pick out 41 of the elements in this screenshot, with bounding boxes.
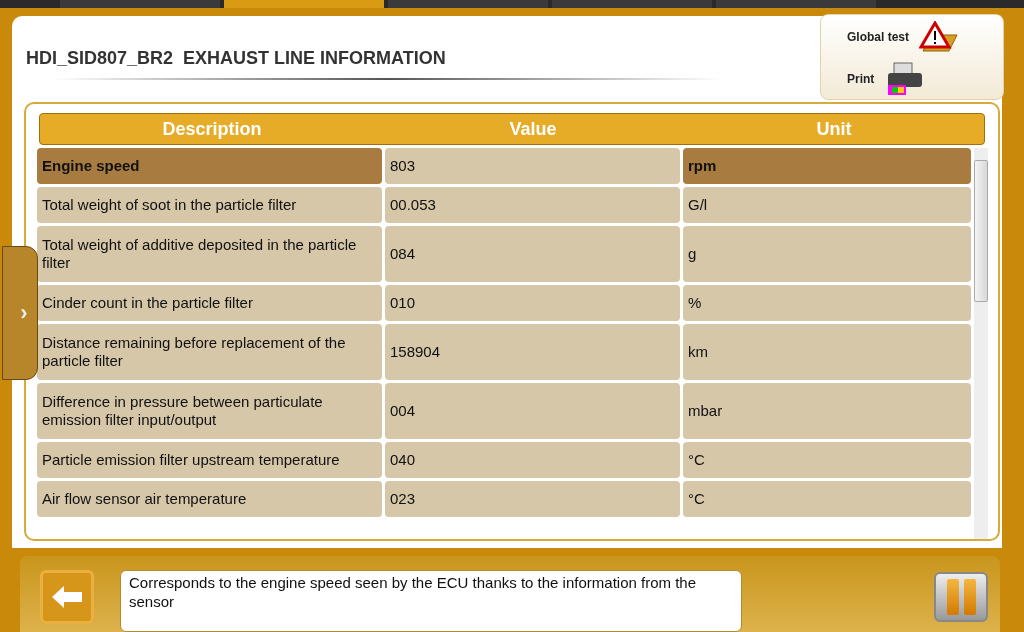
screen-title: HDI_SID807_BR2 EXHAUST LINE INFORMATION xyxy=(26,48,446,70)
table-cell: 803 xyxy=(385,148,680,184)
table-cell: 010 xyxy=(385,285,680,321)
table-cell[interactable]: Distance remaining before replacement of the particle filter xyxy=(37,324,382,380)
table-cell: 084 xyxy=(385,226,680,282)
table-cell: 004 xyxy=(385,383,680,439)
help-text: Corresponds to the engine speed seen by the ECU thanks to the information from the sensor xyxy=(120,570,742,632)
scrollbar[interactable] xyxy=(974,148,988,539)
column-header: Unit xyxy=(815,117,853,141)
table-cell[interactable]: Total weight of soot in the particle filter xyxy=(37,187,382,223)
top-tab[interactable] xyxy=(60,0,220,8)
table-cell: rpm xyxy=(683,148,971,184)
column-header: Description xyxy=(161,117,263,141)
table-cell[interactable]: Cinder count in the particle filter xyxy=(37,285,382,321)
top-tab[interactable] xyxy=(716,0,876,8)
top-tab[interactable] xyxy=(552,0,712,8)
action-link[interactable]: Global test xyxy=(847,30,909,44)
table-cell: 023 xyxy=(385,481,680,517)
table-cell: °C xyxy=(683,442,971,478)
column-header: Value xyxy=(508,117,558,141)
table-cell[interactable]: Air flow sensor air temperature xyxy=(37,481,382,517)
table-cell: 00.053 xyxy=(385,187,680,223)
warning-icon xyxy=(919,21,959,53)
table-cell: 040 xyxy=(385,442,680,478)
table-cell: km xyxy=(683,324,971,380)
table-cell[interactable]: Difference in pressure between particulate emission filter input/output xyxy=(37,383,382,439)
top-tab[interactable] xyxy=(388,0,548,8)
pause-button[interactable] xyxy=(934,572,988,622)
table-cell: 158904 xyxy=(385,324,680,380)
top-tab[interactable] xyxy=(224,0,384,8)
table-cell: °C xyxy=(683,481,971,517)
table-cell[interactable]: Particle emission filter upstream temperature xyxy=(37,442,382,478)
table-cell: G/l xyxy=(683,187,971,223)
table-cell: % xyxy=(683,285,971,321)
table-cell[interactable]: Total weight of additive deposited in the particle filter xyxy=(37,226,382,282)
table-cell: g xyxy=(683,226,971,282)
back-button[interactable] xyxy=(40,570,94,624)
table-cell[interactable]: Engine speed xyxy=(37,148,382,184)
table-cell: mbar xyxy=(683,383,971,439)
action-link[interactable]: Print xyxy=(847,72,875,86)
arrow-left-icon xyxy=(52,586,82,608)
